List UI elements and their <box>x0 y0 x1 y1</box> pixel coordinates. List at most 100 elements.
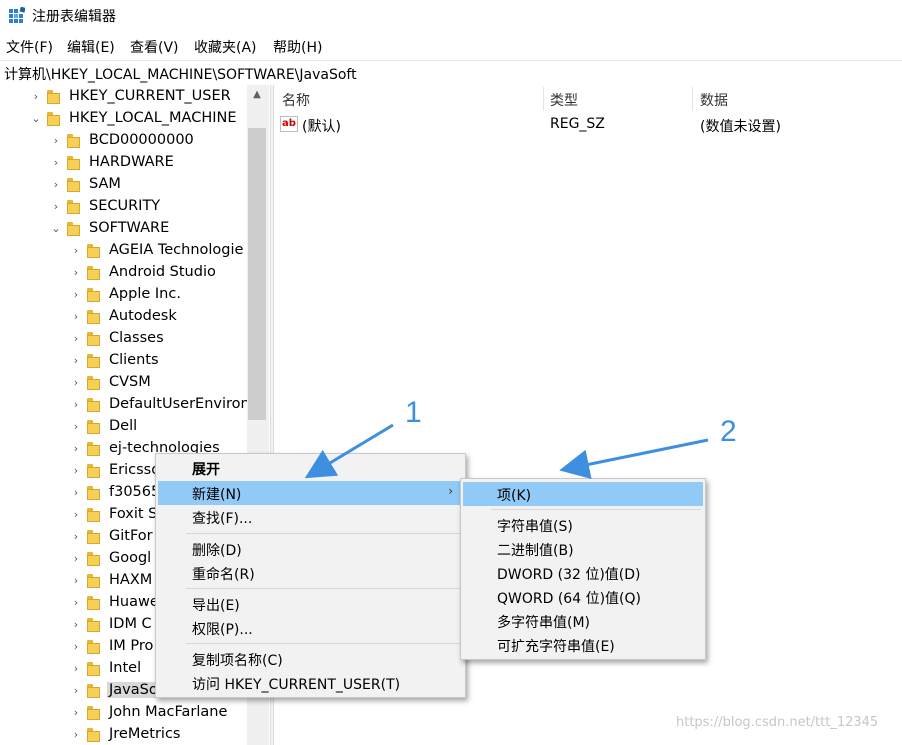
context-menu: 展开 新建(N) › 查找(F)... 删除(D) 重命名(R) 导出(E) 权… <box>155 453 466 698</box>
menu-item-goto-hkcu[interactable]: 访问 HKEY_CURRENT_USER(T) <box>158 671 463 695</box>
tree-item[interactable]: › Autodesk <box>0 307 246 329</box>
tree-item[interactable]: › BCD00000000 <box>0 131 246 153</box>
chevron-right-icon[interactable]: › <box>70 289 82 301</box>
menu-item-new-expandstring[interactable]: 可扩充字符串值(E) <box>463 633 703 657</box>
menu-favorites[interactable]: 收藏夹(A) <box>194 37 257 57</box>
chevron-right-icon[interactable]: › <box>70 267 82 279</box>
tree-item[interactable]: › JreMetrics <box>0 725 246 745</box>
scroll-up-arrow-icon[interactable]: ▲ <box>250 88 264 102</box>
chevron-right-icon[interactable]: › <box>70 311 82 323</box>
chevron-right-icon[interactable]: › <box>50 135 62 147</box>
menu-divider <box>491 509 701 510</box>
menu-item-new[interactable]: 新建(N) › <box>158 481 463 505</box>
menu-edit[interactable]: 编辑(E) <box>67 37 115 57</box>
column-header-data[interactable]: 数据 <box>700 90 728 110</box>
title-bar: 注册表编辑器 <box>0 0 902 32</box>
menu-item-export[interactable]: 导出(E) <box>158 592 463 616</box>
column-header-type[interactable]: 类型 <box>550 90 578 110</box>
chevron-right-icon[interactable]: › <box>70 245 82 257</box>
menu-item-new-key[interactable]: 项(K) <box>463 482 703 506</box>
tree-item[interactable]: › Classes <box>0 329 246 351</box>
chevron-right-icon[interactable]: › <box>30 91 42 103</box>
chevron-right-icon[interactable]: › <box>70 333 82 345</box>
tree-item[interactable]: › Clients <box>0 351 246 373</box>
folder-icon <box>67 200 80 214</box>
chevron-right-icon[interactable]: › <box>50 179 62 191</box>
folder-icon <box>67 178 80 192</box>
tree-item[interactable]: › HKEY_CURRENT_USER <box>0 87 246 109</box>
folder-icon <box>87 530 100 544</box>
chevron-right-icon[interactable]: › <box>70 619 82 631</box>
tree-item-label: Clients <box>109 352 159 368</box>
folder-icon <box>87 288 100 302</box>
chevron-down-icon[interactable]: ⌄ <box>50 223 62 235</box>
tree-item[interactable]: › John MacFarlane <box>0 703 246 725</box>
folder-icon <box>87 486 100 500</box>
tree-item[interactable]: ⌄ SOFTWARE <box>0 219 246 241</box>
tree-item[interactable]: › AGEIA Technologie <box>0 241 246 263</box>
address-path[interactable]: 计算机\HKEY_LOCAL_MACHINE\SOFTWARE\JavaSoft <box>4 64 357 84</box>
address-bar[interactable]: 计算机\HKEY_LOCAL_MACHINE\SOFTWARE\JavaSoft <box>0 60 902 86</box>
chevron-right-icon[interactable]: › <box>70 443 82 455</box>
column-divider[interactable] <box>692 87 693 111</box>
tree-item-label: John MacFarlane <box>109 704 228 720</box>
tree-item[interactable]: ⌄ HKEY_LOCAL_MACHINE <box>0 109 246 131</box>
chevron-right-icon[interactable]: › <box>70 531 82 543</box>
chevron-right-icon[interactable]: › <box>70 487 82 499</box>
menu-file[interactable]: 文件(F) <box>6 37 53 57</box>
tree-item[interactable]: › Dell <box>0 417 246 439</box>
chevron-right-icon[interactable]: › <box>70 685 82 697</box>
chevron-right-icon[interactable]: › <box>70 663 82 675</box>
menu-item-new-string[interactable]: 字符串值(S) <box>463 513 703 537</box>
chevron-right-icon[interactable]: › <box>70 377 82 389</box>
menu-item-new-dword[interactable]: DWORD (32 位)值(D) <box>463 561 703 585</box>
table-row[interactable]: ab (默认) REG_SZ (数值未设置) <box>274 111 902 135</box>
chevron-down-icon[interactable]: ⌄ <box>30 113 42 125</box>
chevron-right-icon[interactable]: › <box>70 707 82 719</box>
folder-icon <box>87 706 100 720</box>
chevron-right-icon[interactable]: › <box>70 729 82 741</box>
chevron-right-icon[interactable]: › <box>70 355 82 367</box>
menu-item-permissions[interactable]: 权限(P)... <box>158 616 463 640</box>
menu-item-new-qword[interactable]: QWORD (64 位)值(Q) <box>463 585 703 609</box>
tree-item[interactable]: › Apple Inc. <box>0 285 246 307</box>
menu-item-new-binary[interactable]: 二进制值(B) <box>463 537 703 561</box>
column-divider[interactable] <box>543 87 544 111</box>
tree-item-label: IM Pro <box>109 638 154 654</box>
menu-item-delete[interactable]: 删除(D) <box>158 537 463 561</box>
folder-icon <box>87 442 100 456</box>
tree-item[interactable]: › Android Studio <box>0 263 246 285</box>
chevron-right-icon[interactable]: › <box>70 553 82 565</box>
chevron-right-icon[interactable]: › <box>50 157 62 169</box>
menu-item-expand[interactable]: 展开 <box>158 456 463 480</box>
tree-item[interactable]: › CVSM <box>0 373 246 395</box>
chevron-right-icon[interactable]: › <box>70 509 82 521</box>
value-name[interactable]: (默认) <box>302 116 341 136</box>
chevron-right-icon[interactable]: › <box>70 421 82 433</box>
scroll-thumb[interactable] <box>248 128 266 420</box>
menu-item-new-multistring[interactable]: 多字符串值(M) <box>463 609 703 633</box>
tree-item-label: DefaultUserEnviron <box>109 396 250 412</box>
folder-icon <box>87 464 100 478</box>
tree-item[interactable]: › SECURITY <box>0 197 246 219</box>
folder-icon <box>87 398 100 412</box>
chevron-right-icon[interactable]: › <box>70 597 82 609</box>
chevron-right-icon[interactable]: › <box>50 201 62 213</box>
menu-view[interactable]: 查看(V) <box>130 37 179 57</box>
menu-help[interactable]: 帮助(H) <box>273 37 322 57</box>
tree-item-label: f30565 <box>109 484 161 500</box>
chevron-right-icon[interactable]: › <box>70 399 82 411</box>
chevron-right-icon[interactable]: › <box>70 641 82 653</box>
menu-item-find[interactable]: 查找(F)... <box>158 505 463 529</box>
column-header-name[interactable]: 名称 <box>282 90 310 110</box>
folder-icon <box>67 134 80 148</box>
menu-item-copy-key-name[interactable]: 复制项名称(C) <box>158 647 463 671</box>
chevron-right-icon[interactable]: › <box>70 465 82 477</box>
menu-item-rename[interactable]: 重命名(R) <box>158 561 463 585</box>
tree-item[interactable]: › SAM <box>0 175 246 197</box>
tree-item[interactable]: › DefaultUserEnviron <box>0 395 250 417</box>
tree-item-label: HAXM <box>109 572 153 588</box>
tree-item-label: Ericsso <box>109 462 161 478</box>
tree-item[interactable]: › HARDWARE <box>0 153 246 175</box>
chevron-right-icon[interactable]: › <box>70 575 82 587</box>
